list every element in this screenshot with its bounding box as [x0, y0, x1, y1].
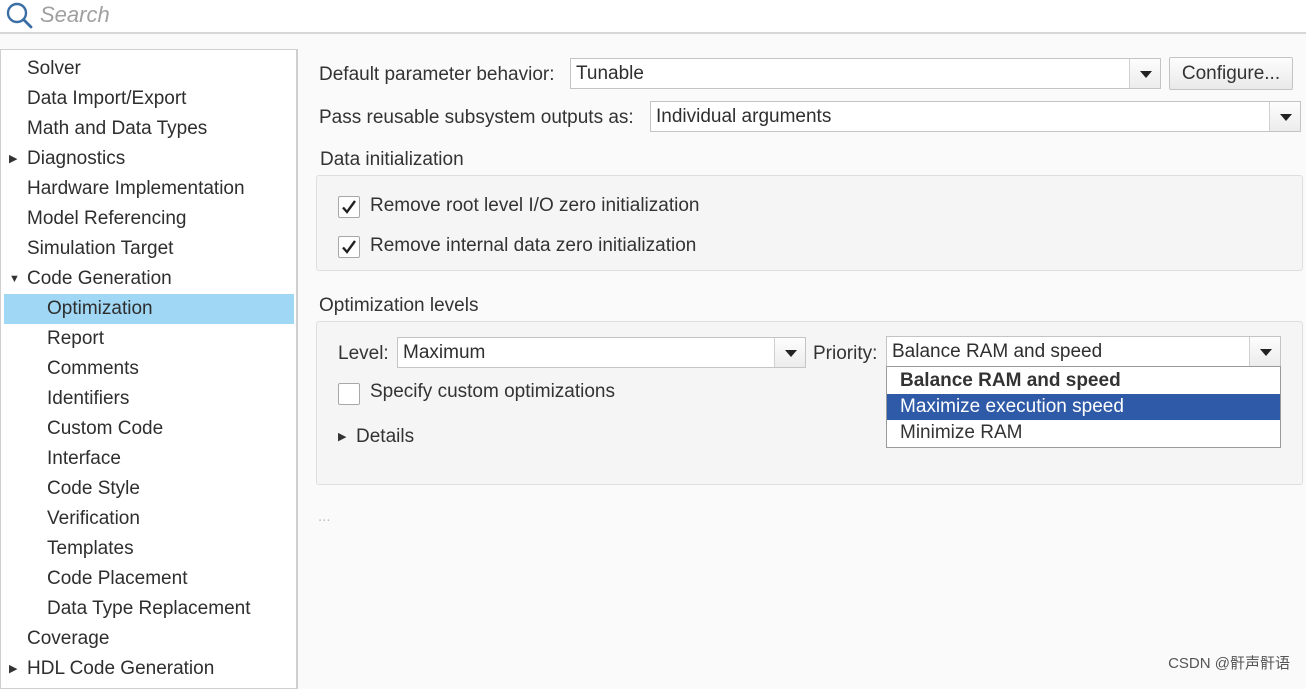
collapse-arrow-icon[interactable]: ▼ — [9, 264, 20, 294]
sidebar-item-simulation-target[interactable]: Simulation Target — [27, 234, 173, 264]
watermark: CSDN @骭声骭语 — [1168, 655, 1290, 672]
expand-arrow-icon[interactable]: ▶ — [9, 654, 17, 684]
pass-reusable-outputs-label: Pass reusable subsystem outputs as: — [319, 107, 634, 128]
chevron-down-icon[interactable] — [774, 338, 805, 367]
optimization-levels-heading: Optimization levels — [319, 295, 479, 316]
remove-root-io-label: Remove root level I/O zero initializatio… — [370, 195, 700, 216]
search-bar — [0, 0, 1306, 34]
sidebar-item-report[interactable]: Report — [47, 324, 104, 354]
specify-custom-optimizations-checkbox[interactable] — [338, 383, 360, 405]
priority-option-minimize-ram[interactable]: Minimize RAM — [887, 420, 1280, 446]
level-label: Level: — [338, 343, 389, 364]
sidebar-item-identifiers[interactable]: Identifiers — [47, 384, 129, 414]
chevron-down-icon[interactable] — [1129, 59, 1160, 88]
sidebar-item-data-import-export[interactable]: Data Import/Export — [27, 84, 186, 114]
priority-value: Balance RAM and speed — [892, 341, 1103, 362]
sidebar-item-templates[interactable]: Templates — [47, 534, 134, 564]
checkmark-icon — [342, 200, 356, 214]
sidebar-item-comments[interactable]: Comments — [47, 354, 139, 384]
sidebar-item-code-placement[interactable]: Code Placement — [47, 564, 187, 594]
details-toggle[interactable]: Details — [356, 426, 414, 448]
specify-custom-optimizations-label: Specify custom optimizations — [370, 381, 615, 402]
pass-reusable-outputs-value: Individual arguments — [656, 106, 832, 127]
sidebar-item-math-and-data-types[interactable]: Math and Data Types — [27, 114, 207, 144]
priority-select[interactable]: Balance RAM and speed — [886, 336, 1281, 367]
default-parameter-behavior-label: Default parameter behavior: — [319, 64, 555, 85]
pass-reusable-outputs-select[interactable]: Individual arguments — [650, 101, 1301, 132]
chevron-down-icon[interactable] — [1269, 102, 1300, 131]
data-initialization-heading: Data initialization — [320, 149, 464, 170]
sidebar-item-optimization[interactable]: Optimization — [4, 294, 294, 324]
remove-internal-data-label: Remove internal data zero initialization — [370, 235, 697, 256]
search-input[interactable] — [40, 0, 640, 30]
sidebar-item-data-type-replacement[interactable]: Data Type Replacement — [47, 594, 251, 624]
level-value: Maximum — [403, 342, 486, 363]
level-select[interactable]: Maximum — [397, 337, 806, 368]
sidebar-item-custom-code[interactable]: Custom Code — [47, 414, 163, 444]
main-pane: Default parameter behavior: Tunable Conf… — [300, 49, 1306, 681]
sidebar-item-model-referencing[interactable]: Model Referencing — [27, 204, 186, 234]
data-initialization-group: Remove root level I/O zero initializatio… — [316, 175, 1303, 271]
sidebar-item-code-generation[interactable]: Code Generation — [27, 264, 172, 294]
priority-option-maximize-speed[interactable]: Maximize execution speed — [887, 394, 1280, 420]
sidebar-item-solver[interactable]: Solver — [27, 54, 81, 84]
priority-dropdown-list: Balance RAM and speed Maximize execution… — [886, 366, 1281, 448]
sidebar-item-diagnostics[interactable]: Diagnostics — [27, 144, 125, 174]
sidebar-item-hardware-implementation[interactable]: Hardware Implementation — [27, 174, 245, 204]
search-icon — [6, 2, 33, 29]
remove-internal-data-checkbox[interactable] — [338, 236, 360, 258]
expand-arrow-icon[interactable]: ▶ — [338, 428, 346, 446]
sidebar-item-interface[interactable]: Interface — [47, 444, 121, 474]
sidebar-item-coverage[interactable]: Coverage — [27, 624, 109, 654]
priority-option-balance[interactable]: Balance RAM and speed — [887, 368, 1280, 394]
chevron-down-icon[interactable] — [1249, 337, 1280, 366]
more-ellipsis: ... — [318, 508, 331, 525]
sidebar-item-code-style[interactable]: Code Style — [47, 474, 140, 504]
checkmark-icon — [342, 240, 356, 254]
expand-arrow-icon[interactable]: ▶ — [9, 144, 17, 174]
priority-label: Priority: — [813, 343, 878, 364]
default-parameter-behavior-select[interactable]: Tunable — [570, 58, 1161, 89]
remove-root-io-checkbox[interactable] — [338, 196, 360, 218]
sidebar-item-hdl-code-generation[interactable]: HDL Code Generation — [27, 654, 214, 684]
configure-button[interactable]: Configure... — [1169, 57, 1293, 90]
sidebar-item-verification[interactable]: Verification — [47, 504, 140, 534]
sidebar-tree: Solver Data Import/Export Math and Data … — [0, 49, 298, 689]
default-parameter-behavior-value: Tunable — [576, 63, 644, 84]
